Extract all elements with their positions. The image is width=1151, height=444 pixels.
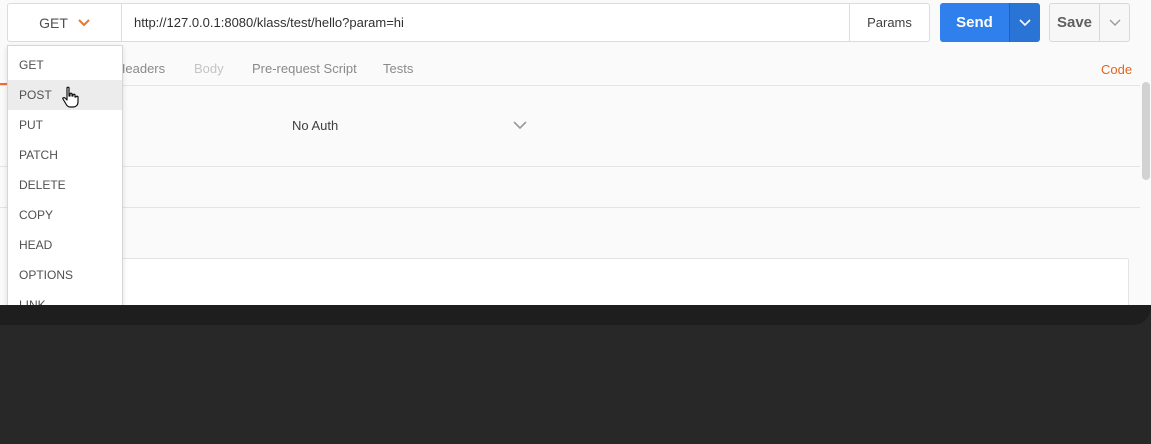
save-options-button[interactable] <box>1099 3 1130 42</box>
send-button[interactable]: Send <box>940 3 1009 42</box>
window-edge <box>0 305 1151 325</box>
menu-item-put[interactable]: PUT <box>8 110 122 140</box>
hand-cursor-icon <box>62 86 79 108</box>
save-label: Save <box>1056 14 1093 31</box>
menu-item-head[interactable]: HEAD <box>8 230 122 260</box>
url-input[interactable]: http://127.0.0.1:8080/klass/test/hello?p… <box>122 3 850 42</box>
chevron-down-icon <box>78 18 90 26</box>
chevron-down-icon <box>1109 19 1120 26</box>
menu-item-get[interactable]: GET <box>8 50 122 80</box>
menu-item-delete[interactable]: DELETE <box>8 170 122 200</box>
code-link[interactable]: Code <box>1101 62 1132 77</box>
menu-item-patch[interactable]: PATCH <box>8 140 122 170</box>
tab-tests[interactable]: Tests <box>383 61 413 76</box>
divider <box>0 166 1140 167</box>
params-button[interactable]: Params <box>849 3 930 42</box>
send-label: Send <box>956 14 993 31</box>
dark-background <box>0 305 1151 444</box>
method-select[interactable]: GET <box>7 3 122 42</box>
chevron-down-icon <box>1019 18 1031 26</box>
send-options-button[interactable] <box>1009 3 1040 42</box>
menu-item-copy[interactable]: COPY <box>8 200 122 230</box>
method-label: GET <box>39 14 68 31</box>
divider <box>0 85 1140 86</box>
chevron-down-icon[interactable] <box>513 121 527 130</box>
request-builder: GET http://127.0.0.1:8080/klass/test/hel… <box>0 0 1151 305</box>
tab-prerequest-script[interactable]: Pre-request Script <box>252 61 357 76</box>
save-button[interactable]: Save <box>1049 3 1100 42</box>
method-dropdown-menu: GET POST PUT PATCH DELETE COPY HEAD OPTI… <box>7 45 123 305</box>
divider <box>0 207 1140 208</box>
response-panel <box>120 258 1129 305</box>
menu-item-options[interactable]: OPTIONS <box>8 260 122 290</box>
auth-type-select[interactable]: No Auth <box>292 118 338 133</box>
menu-item-link[interactable]: LINK <box>8 290 122 305</box>
scrollbar[interactable] <box>1142 82 1150 180</box>
url-value: http://127.0.0.1:8080/klass/test/hello?p… <box>134 15 404 30</box>
tab-body[interactable]: Body <box>194 61 224 76</box>
tab-headers[interactable]: Headers <box>116 61 165 76</box>
params-label: Params <box>867 15 912 30</box>
